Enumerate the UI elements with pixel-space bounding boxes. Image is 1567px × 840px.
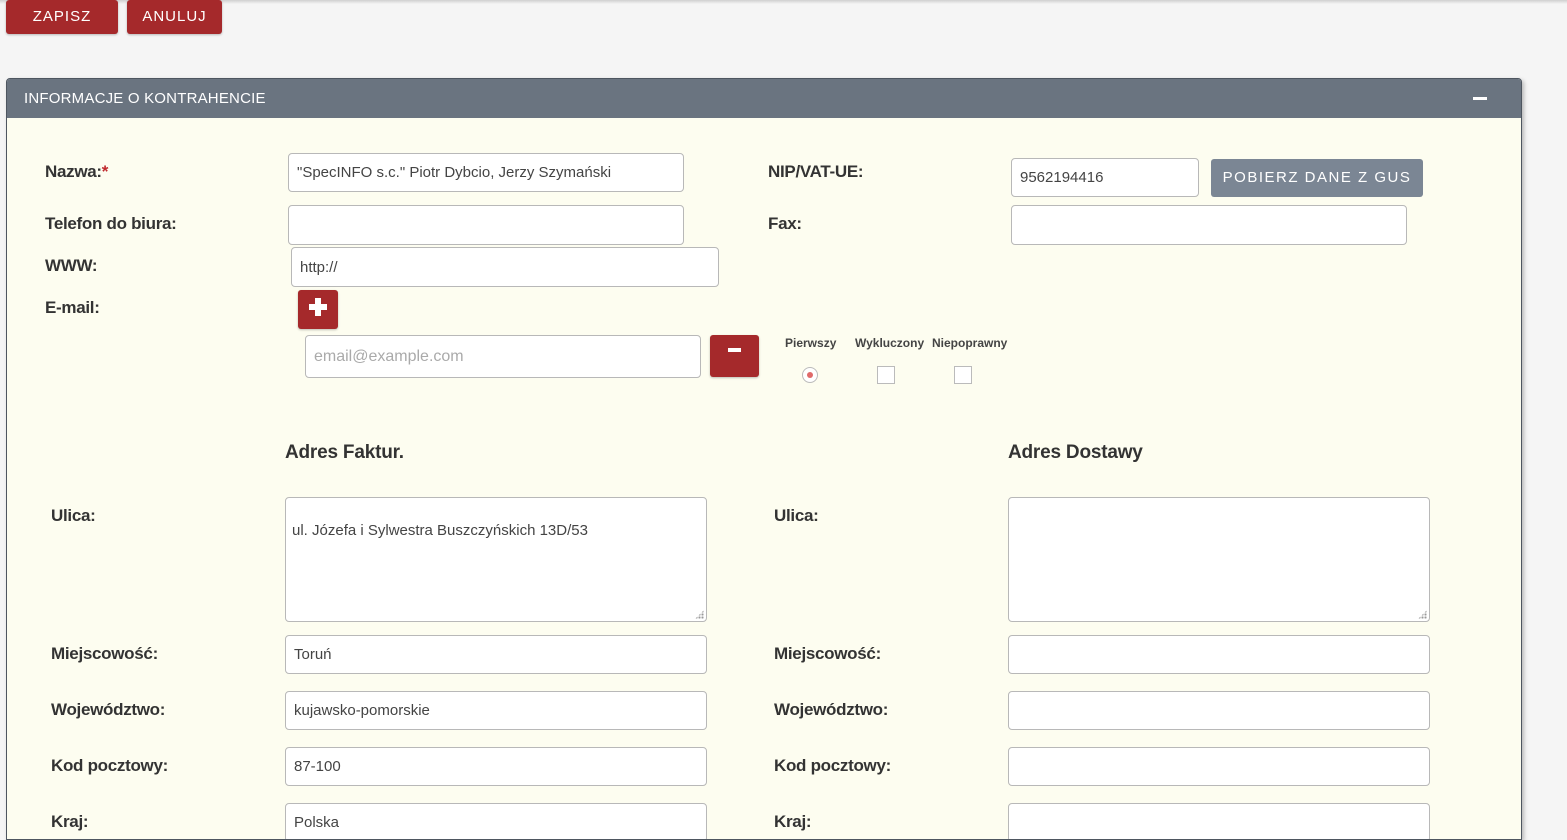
www-input[interactable]: http:// xyxy=(291,247,719,287)
email-invalid-label: Niepoprawny xyxy=(932,336,1008,350)
www-label: WWW: xyxy=(45,256,98,275)
shipping-street-label: Ulica: xyxy=(774,506,819,525)
top-shadow xyxy=(0,0,1567,4)
required-marker: * xyxy=(101,162,109,181)
phone-input[interactable] xyxy=(288,205,684,245)
panel-header[interactable]: INFORMACJE O KONTRAHENCIE xyxy=(7,79,1521,118)
name-label-text: Nazwa: xyxy=(45,162,102,181)
contractor-info-panel: INFORMACJE O KONTRAHENCIE Nazwa:* "SpecI… xyxy=(6,78,1522,840)
fetch-gus-button[interactable]: POBIERZ DANE Z GUS xyxy=(1211,159,1423,197)
email-excluded-checkbox[interactable] xyxy=(877,366,895,384)
nip-label: NIP/VAT-UE: xyxy=(768,162,864,181)
resize-grip-icon[interactable] xyxy=(1418,610,1427,619)
billing-address-title: Adres Faktur. xyxy=(285,442,404,463)
shipping-postal-input[interactable] xyxy=(1008,747,1430,786)
billing-street-value: ul. Józefa i Sylwestra Buszczyńskich 13D… xyxy=(292,522,588,539)
phone-label: Telefon do biura: xyxy=(45,214,177,233)
name-label: Nazwa:* xyxy=(45,162,108,182)
email-excluded-label: Wykluczony xyxy=(855,336,925,350)
shipping-country-label: Kraj: xyxy=(774,812,812,831)
name-input[interactable]: "SpecINFO s.c." Piotr Dybcio, Jerzy Szym… xyxy=(288,153,684,192)
billing-city-label: Miejscowość: xyxy=(51,644,158,663)
shipping-country-input[interactable] xyxy=(1008,803,1430,839)
billing-region-label: Województwo: xyxy=(51,700,166,719)
shipping-region-input[interactable] xyxy=(1008,691,1430,730)
shipping-city-label: Miejscowość: xyxy=(774,644,881,663)
email-primary-radio[interactable] xyxy=(802,367,818,383)
plus-icon xyxy=(309,298,327,316)
billing-country-label: Kraj: xyxy=(51,812,89,831)
email-invalid-checkbox[interactable] xyxy=(954,366,972,384)
panel-title: INFORMACJE O KONTRAHENCIE xyxy=(24,90,266,107)
shipping-region-label: Województwo: xyxy=(774,700,889,719)
billing-street-label: Ulica: xyxy=(51,506,96,525)
save-button[interactable]: ZAPISZ xyxy=(6,0,118,34)
minus-icon xyxy=(728,348,741,352)
email-primary-label: Pierwszy xyxy=(785,336,837,350)
shipping-street-textarea[interactable] xyxy=(1008,497,1430,622)
add-email-button[interactable] xyxy=(298,290,338,329)
shipping-address-title: Adres Dostawy xyxy=(1008,442,1143,463)
billing-city-input[interactable]: Toruń xyxy=(285,635,707,674)
resize-grip-icon[interactable] xyxy=(695,610,704,619)
billing-country-input[interactable]: Polska xyxy=(285,803,707,839)
billing-street-textarea[interactable]: ul. Józefa i Sylwestra Buszczyńskich 13D… xyxy=(285,497,707,622)
billing-postal-input[interactable]: 87-100 xyxy=(285,747,707,786)
remove-email-button[interactable] xyxy=(710,335,759,377)
fax-label: Fax: xyxy=(768,214,802,233)
shipping-city-input[interactable] xyxy=(1008,635,1430,674)
collapse-icon[interactable] xyxy=(1473,97,1487,100)
cancel-button[interactable]: ANULUJ xyxy=(127,0,222,34)
billing-postal-label: Kod pocztowy: xyxy=(51,756,168,775)
email-label: E-mail: xyxy=(45,298,100,317)
billing-region-input[interactable]: kujawsko-pomorskie xyxy=(285,691,707,730)
shipping-postal-label: Kod pocztowy: xyxy=(774,756,891,775)
nip-input[interactable]: 9562194416 xyxy=(1011,158,1199,197)
email-input[interactable]: email@example.com xyxy=(305,335,701,378)
fax-input[interactable] xyxy=(1011,205,1407,245)
